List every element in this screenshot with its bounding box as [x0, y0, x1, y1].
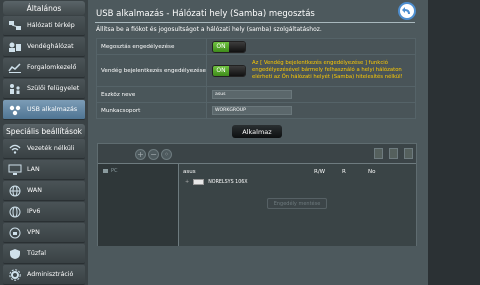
sidebar-item-guest-network[interactable]: Vendéghálózat: [3, 37, 85, 57]
account-list: PC: [98, 163, 178, 246]
section-advanced: Speciális beállítások: [3, 124, 85, 138]
sidebar-item-ipv6[interactable]: IPv6: [3, 202, 85, 222]
sidebar-item-label: Tűzfal: [27, 250, 46, 257]
sidebar-item-label: VPN: [27, 229, 40, 236]
column-rw: R/W: [314, 169, 326, 175]
usb-app-icon: [7, 103, 23, 117]
workgroup-row: Munkacsoport WORKGROUP: [96, 102, 416, 119]
guest-label: Vendég bejelentkezés engedélyezése: [96, 54, 207, 87]
sidebar-item-label: Vendéghálózat: [27, 43, 74, 50]
guest-value-cell: ON Az [ Vendég bejelentkezés engedélyezé…: [206, 54, 416, 87]
device-label: Eszköz neve: [96, 86, 207, 103]
sidebar-item-administration[interactable]: Adminisztráció: [3, 265, 85, 285]
wan-icon: [7, 184, 23, 198]
sidebar-item-lan[interactable]: LAN: [3, 160, 85, 180]
folder-permissions-area: asus R/W R No + NORELSYS 106X Engedély m…: [178, 163, 416, 246]
sidebar-item-firewall[interactable]: Tűzfal: [3, 244, 85, 264]
sidebar-item-label: Hálózati térkép: [27, 22, 75, 29]
disk-label: NORELSYS 106X: [208, 179, 248, 185]
apply-button[interactable]: Alkalmaz: [232, 125, 282, 138]
pc-icon: [103, 169, 108, 173]
vpn-icon: [7, 226, 23, 240]
sidebar-item-vpn[interactable]: VPN: [3, 223, 85, 243]
sidebar-item-label: Adminisztráció: [27, 271, 74, 278]
column-device-name: asus: [183, 169, 196, 175]
lan-icon: [7, 163, 23, 177]
toggle-knob: [229, 41, 245, 52]
sidebar-item-label: Szülői felügyelet: [27, 85, 80, 92]
workgroup-input[interactable]: WORKGROUP: [212, 106, 292, 115]
save-permission-button[interactable]: Engedély mentése: [267, 198, 327, 209]
back-arrow-icon: [402, 7, 410, 14]
page-title: USB alkalmazás - Hálózati hely (Samba) m…: [96, 9, 315, 19]
administration-icon: [7, 268, 23, 282]
remove-folder-icon[interactable]: −: [148, 149, 159, 160]
sidebar-item-parental-control[interactable]: Szülői felügyelet: [3, 79, 85, 99]
share-row: Megosztás engedélyezése ON: [96, 38, 416, 55]
edit-file-icon[interactable]: [404, 148, 413, 159]
disk-icon: [193, 179, 205, 185]
wireless-icon: [7, 142, 23, 156]
network-map-icon: [7, 19, 23, 33]
sidebar: Általános Hálózati térkép Vendéghálózat …: [0, 0, 88, 285]
device-value-cell: asus: [206, 86, 416, 103]
column-r: R: [342, 169, 346, 175]
guest-row: Vendég bejelentkezés engedélyezése ON Az…: [96, 54, 416, 87]
sidebar-item-label: IPv6: [27, 208, 41, 215]
column-no: No: [368, 169, 376, 175]
settings-table: Megosztás engedélyezése ON Vendég bejele…: [96, 38, 416, 119]
sidebar-item-label: LAN: [27, 166, 40, 173]
expand-icon[interactable]: +: [185, 179, 189, 185]
sidebar-item-wan[interactable]: WAN: [3, 181, 85, 201]
share-value-cell: ON: [206, 38, 416, 55]
delete-file-icon[interactable]: [389, 148, 398, 159]
sidebar-item-label: WAN: [27, 187, 42, 194]
sidebar-item-label: USB alkalmazás: [27, 106, 78, 113]
folder-tree-panel: + − ◦ PC asus R/W R No + NORELSYS 106X E…: [97, 143, 417, 246]
sidebar-item-wireless[interactable]: Vezeték nélküli: [3, 139, 85, 159]
traffic-manager-icon: [7, 61, 23, 75]
disk-item[interactable]: + NORELSYS 106X: [185, 179, 248, 185]
section-general: Általános: [3, 1, 85, 15]
footer-area: [97, 247, 417, 285]
device-row: Eszköz neve asus: [96, 86, 416, 103]
back-button[interactable]: [398, 2, 416, 20]
share-toggle[interactable]: ON: [212, 40, 246, 53]
firewall-icon: [7, 247, 23, 261]
page-description: Állítsa be a fiókot és jogosultságot a h…: [96, 26, 322, 33]
title-divider: [95, 22, 415, 23]
toggle-knob: [229, 65, 245, 76]
workgroup-value-cell: WORKGROUP: [206, 102, 416, 119]
sidebar-item-network-map[interactable]: Hálózati térkép: [3, 16, 85, 36]
edit-folder-icon[interactable]: ◦: [161, 149, 172, 160]
add-folder-icon[interactable]: +: [135, 149, 146, 160]
sidebar-item-traffic-manager[interactable]: Forgalomkezelő: [3, 58, 85, 78]
guest-warning: Az [ Vendég bejelentkezés engedélyezése …: [252, 60, 403, 80]
workgroup-label: Munkacsoport: [96, 102, 207, 119]
new-file-icon[interactable]: [374, 148, 383, 159]
toggle-on-label: ON: [213, 41, 229, 52]
device-name-input[interactable]: asus: [212, 90, 292, 99]
pc-account-item[interactable]: PC: [103, 168, 118, 174]
ipv6-icon: [7, 205, 23, 219]
sidebar-item-usb-app[interactable]: USB alkalmazás: [3, 100, 85, 120]
guest-network-icon: [7, 40, 23, 54]
sidebar-item-label: Forgalomkezelő: [27, 64, 77, 71]
sidebar-item-label: Vezeték nélküli: [27, 145, 75, 152]
right-background: [428, 0, 480, 285]
pc-label: PC: [111, 168, 118, 174]
guest-toggle[interactable]: ON: [212, 64, 246, 77]
toggle-on-label: ON: [213, 65, 229, 76]
parental-control-icon: [7, 82, 23, 96]
share-label: Megosztás engedélyezése: [96, 38, 207, 55]
